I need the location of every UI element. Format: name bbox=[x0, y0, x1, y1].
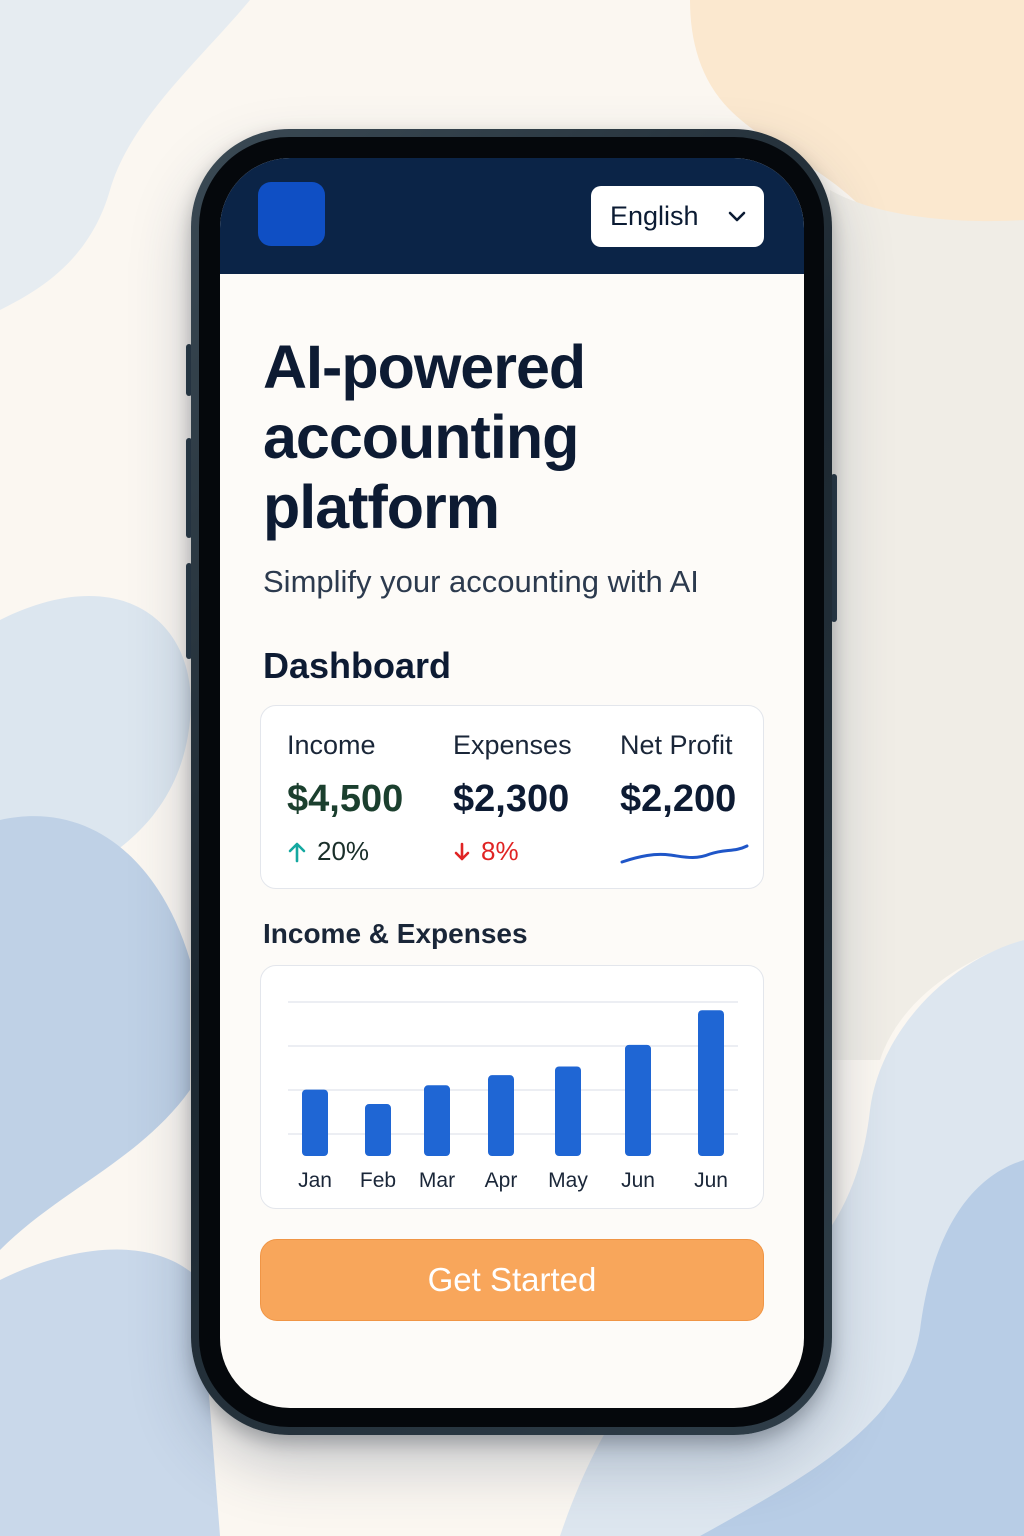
chart-bar bbox=[625, 1044, 651, 1156]
language-select[interactable]: English bbox=[591, 186, 764, 247]
stats-card: Income $4,500 20% Expenses $2,300 8% Net… bbox=[260, 705, 764, 889]
bar-chart: Jan Feb Mar Apr May Jun Jun bbox=[288, 1001, 738, 1192]
get-started-button[interactable]: Get Started bbox=[260, 1239, 764, 1321]
income-change: 20% bbox=[287, 836, 369, 867]
income-change-value: 20% bbox=[317, 836, 370, 866]
chart-x-tick-label: Apr bbox=[485, 1169, 518, 1192]
chart-bar bbox=[365, 1104, 391, 1156]
net-profit-label: Net Profit bbox=[620, 730, 733, 760]
app-logo[interactable] bbox=[258, 182, 325, 246]
chart-x-tick-label: May bbox=[548, 1169, 588, 1192]
hero-title-line: accounting bbox=[263, 403, 579, 471]
hero-subtitle: Simplify your accounting with AI bbox=[263, 564, 699, 599]
language-select-value: English bbox=[610, 201, 699, 231]
chart-bar bbox=[555, 1066, 581, 1156]
app-header: English bbox=[220, 158, 804, 274]
chart-x-tick-label: Jan bbox=[298, 1169, 332, 1192]
chart-x-tick-label: Feb bbox=[360, 1169, 396, 1192]
chart-bar bbox=[488, 1075, 514, 1156]
chart-x-tick-label: Jun bbox=[621, 1169, 655, 1192]
income-value: $4,500 bbox=[287, 778, 404, 820]
chart-bar bbox=[698, 1010, 724, 1156]
chart-heading: Income & Expenses bbox=[263, 918, 528, 949]
hero-title-line: platform bbox=[263, 473, 500, 541]
expenses-value: $2,300 bbox=[453, 778, 570, 820]
expenses-label: Expenses bbox=[453, 730, 572, 760]
net-profit-value: $2,200 bbox=[620, 778, 737, 820]
hero-title-line: AI-powered bbox=[263, 333, 586, 401]
chart-x-tick-label: Jun bbox=[694, 1169, 728, 1192]
income-label: Income bbox=[287, 730, 376, 760]
arrow-up-icon bbox=[288, 842, 306, 862]
chart-bar bbox=[424, 1085, 450, 1156]
net-profit-sparkline bbox=[620, 844, 749, 864]
phone-screen: English AI-powered accounting platform S… bbox=[220, 158, 804, 1408]
chevron-down-icon bbox=[728, 211, 746, 222]
arrow-down-icon bbox=[454, 842, 470, 860]
chart-x-tick-label: Mar bbox=[419, 1169, 455, 1192]
hero-title: AI-powered accounting platform bbox=[263, 332, 783, 542]
income-expenses-chart: Jan Feb Mar Apr May Jun Jun bbox=[260, 965, 764, 1209]
chart-bar bbox=[302, 1089, 328, 1156]
expenses-change: 8% bbox=[453, 836, 519, 867]
expenses-change-value: 8% bbox=[481, 836, 519, 866]
dashboard-heading: Dashboard bbox=[263, 645, 452, 686]
